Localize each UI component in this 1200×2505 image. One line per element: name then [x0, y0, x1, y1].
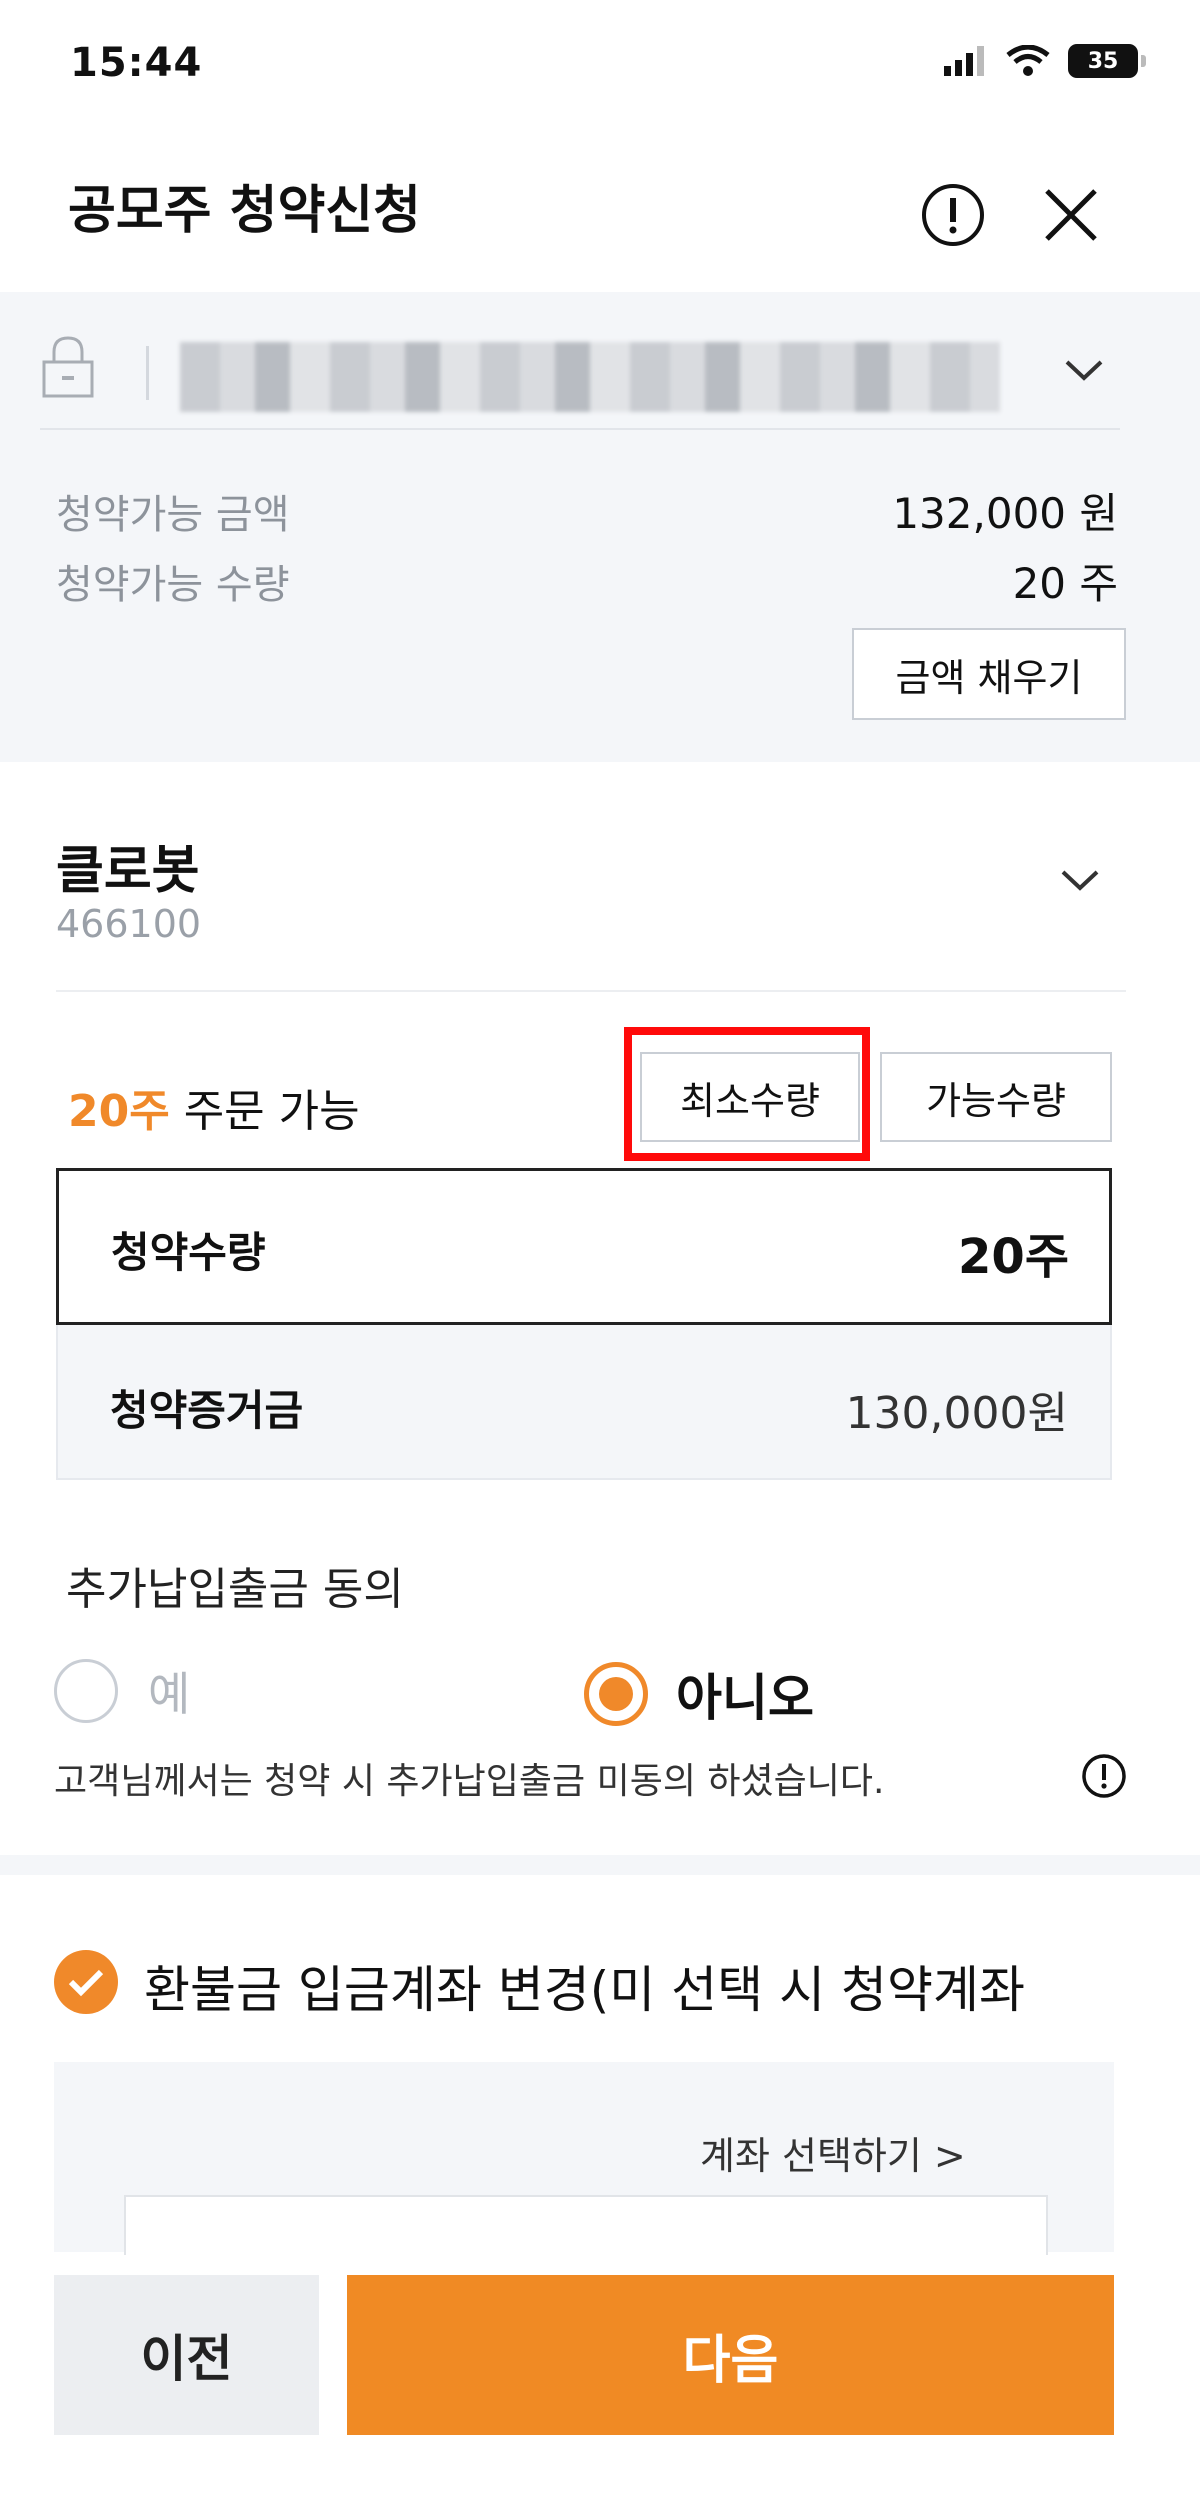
section-gap: [0, 1855, 1200, 1875]
next-button[interactable]: 다음: [347, 2275, 1114, 2435]
close-icon: [1045, 189, 1097, 241]
refund-checkbox[interactable]: [54, 1950, 118, 2014]
consent-title: 추가납입출금 동의: [66, 1564, 404, 1615]
qty-value: 20주: [958, 1229, 1069, 1285]
chevron-down-icon[interactable]: [1064, 358, 1104, 382]
radio-yes-label: 예: [148, 1667, 191, 1721]
available-qty-label: 청약가능 수량: [56, 562, 290, 608]
order-available-text: 20주 주문 가능: [68, 1075, 360, 1139]
stock-chevron-down-icon[interactable]: [1060, 868, 1100, 892]
radio-yes[interactable]: [54, 1659, 118, 1723]
check-icon: [68, 1969, 104, 1997]
page-title: 공모주 청약신청: [68, 181, 421, 241]
prev-button[interactable]: 이전: [54, 2275, 319, 2435]
account-divider: [146, 346, 149, 400]
highlight-box: [624, 1027, 870, 1161]
available-amount-label: 청약가능 금액: [56, 492, 290, 538]
order-available-count: 20주: [68, 1086, 170, 1137]
info-icon: [922, 184, 984, 246]
wifi-icon: [1006, 45, 1050, 76]
battery-indicator: 35: [1068, 44, 1146, 78]
status-time: 15:44: [70, 40, 203, 86]
section-divider: [56, 990, 1126, 992]
signal-icon: [944, 46, 984, 76]
select-account-link[interactable]: 계좌 선택하기 >: [700, 2125, 966, 2180]
stock-code: 466100: [56, 902, 202, 946]
max-qty-button[interactable]: 가능수량: [880, 1052, 1112, 1142]
deposit-value: 130,000원: [845, 1388, 1068, 1439]
fill-amount-button[interactable]: 금액 채우기: [852, 628, 1126, 720]
consent-note: 고객님께서는 청약 시 추가납입출금 미동의 하셨습니다.: [54, 1761, 885, 1802]
masked-account-number: [180, 342, 1000, 412]
qty-label: 청약수량: [111, 1228, 266, 1277]
refund-account-field[interactable]: [124, 2195, 1048, 2255]
info-button[interactable]: [918, 180, 988, 250]
close-button[interactable]: [1036, 180, 1106, 250]
consent-option-yes[interactable]: 예: [54, 1658, 190, 1724]
status-icons: 35: [944, 44, 1146, 78]
deposit-label: 청약증거금: [110, 1386, 304, 1435]
note-info-icon[interactable]: [1080, 1752, 1128, 1800]
lock-icon: [42, 336, 94, 398]
stock-name: 클로봇: [56, 841, 200, 901]
radio-no-label: 아니오: [676, 1669, 814, 1727]
order-available-suffix: 주문 가능: [169, 1086, 360, 1137]
radio-no[interactable]: [584, 1662, 648, 1726]
refund-account-label: 환불금 입금계좌 변경(미 선택 시 청약계좌: [144, 1961, 1025, 2019]
available-qty-value: 20 주: [1012, 559, 1118, 608]
deposit-row: 청약증거금 130,000원: [56, 1325, 1112, 1480]
consent-option-no[interactable]: 아니오: [584, 1658, 814, 1730]
available-amount-value: 132,000 원: [892, 489, 1118, 538]
qty-input[interactable]: 청약수량 20주: [56, 1168, 1112, 1325]
